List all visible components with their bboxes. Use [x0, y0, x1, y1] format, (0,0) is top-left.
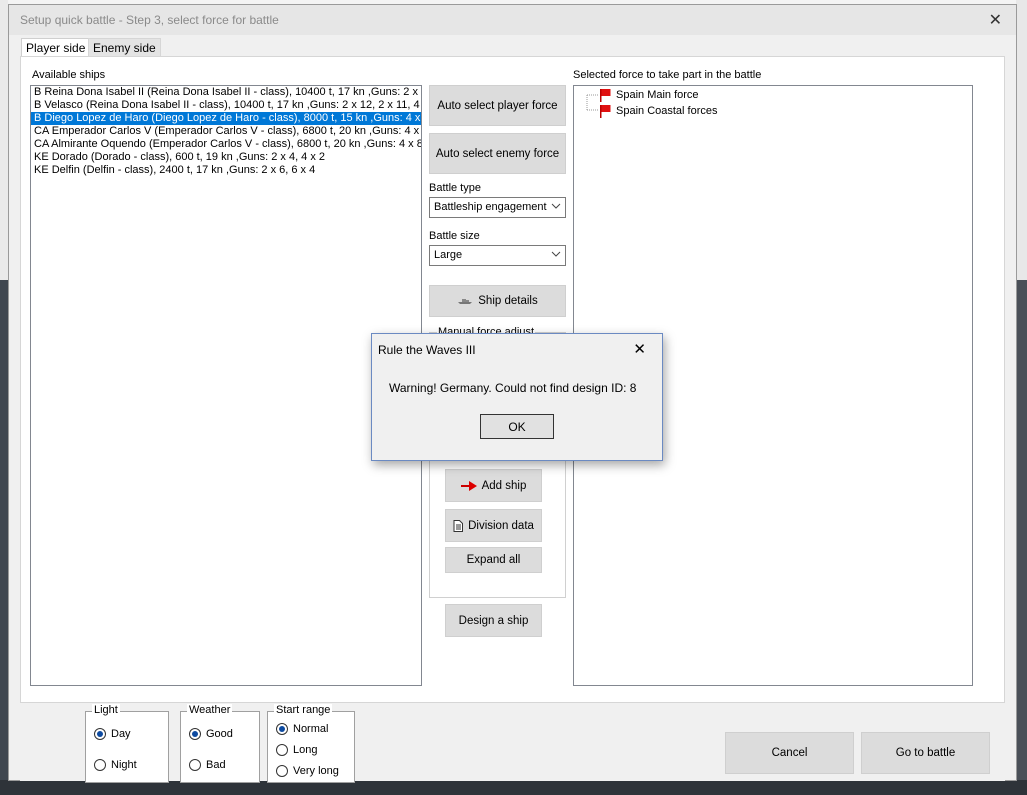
- window-close-button[interactable]: ✕: [989, 10, 1002, 30]
- add-ship-label: Add ship: [481, 479, 527, 492]
- radio-label: Bad: [206, 759, 226, 771]
- ship-list-item[interactable]: CA Emperador Carlos V (Emperador Carlos …: [31, 125, 421, 138]
- warning-dialog: Rule the Waves III ✕ Warning! Germany. C…: [371, 333, 663, 461]
- radio-label: Long: [293, 744, 318, 756]
- radio-normal[interactable]: Normal: [276, 723, 328, 735]
- dialog-message: Warning! Germany. Could not find design …: [389, 381, 637, 395]
- radio-label: Good: [206, 728, 233, 740]
- tree-item-main-force[interactable]: Spain Main force: [598, 88, 699, 102]
- window-title: Setup quick battle - Step 3, select forc…: [20, 13, 279, 27]
- tree-item-coastal-forces[interactable]: Spain Coastal forces: [598, 104, 718, 118]
- ship-list-item[interactable]: B Reina Dona Isabel II (Reina Dona Isabe…: [31, 86, 421, 99]
- chevron-down-icon: [551, 203, 561, 209]
- auto-select-enemy-force-button[interactable]: Auto select enemy force: [429, 133, 566, 174]
- red-flag-icon: [600, 89, 611, 102]
- ship-list-item[interactable]: B Velasco (Reina Dona Isabel II - class)…: [31, 99, 421, 112]
- dialog-close-button[interactable]: ✕: [633, 340, 646, 358]
- document-icon: [453, 519, 464, 532]
- radio-indicator: [276, 765, 288, 777]
- radio-label: Day: [111, 728, 131, 740]
- weather-group: Weather Good Bad: [180, 704, 260, 783]
- ship-list-item[interactable]: KE Delfin (Delfin - class), 2400 t, 17 k…: [31, 164, 421, 177]
- radio-night[interactable]: Night: [94, 759, 137, 771]
- battle-type-value: Battleship engagement: [434, 201, 547, 213]
- radio-indicator: [94, 728, 106, 740]
- radio-very-long[interactable]: Very long: [276, 765, 339, 777]
- radio-indicator: [276, 744, 288, 756]
- radio-long[interactable]: Long: [276, 744, 317, 756]
- light-group: Light Day Night: [85, 704, 169, 783]
- go-to-battle-button[interactable]: Go to battle: [861, 732, 990, 774]
- chevron-down-icon: [551, 251, 561, 257]
- tree-item-label: Spain Coastal forces: [616, 105, 718, 117]
- battle-size-value: Large: [434, 249, 463, 261]
- radio-indicator: [94, 759, 106, 771]
- available-ships-label: Available ships: [32, 69, 106, 81]
- desktop-background-right-dark: [1016, 280, 1027, 795]
- dialog-title: Rule the Waves III: [378, 343, 476, 357]
- battle-conditions-panel: Light Day Night Weather Good Bad Start r…: [20, 703, 1005, 783]
- light-legend: Light: [92, 704, 120, 716]
- available-ships-list[interactable]: B Reina Dona Isabel II (Reina Dona Isabe…: [30, 85, 422, 686]
- battle-size-select[interactable]: Large: [429, 245, 566, 266]
- division-data-button[interactable]: Division data: [445, 509, 542, 542]
- ship-list-item[interactable]: B Diego Lopez de Haro (Diego Lopez de Ha…: [31, 112, 421, 125]
- start-range-group: Start range Normal Long Very long: [267, 704, 355, 783]
- tab-enemy-side[interactable]: Enemy side: [88, 38, 161, 56]
- add-ship-button[interactable]: Add ship: [445, 469, 542, 502]
- ship-details-label: Ship details: [478, 295, 538, 307]
- dialog-ok-button[interactable]: OK: [480, 414, 554, 439]
- design-a-ship-button[interactable]: Design a ship: [445, 604, 542, 637]
- tab-player-side[interactable]: Player side: [21, 38, 91, 57]
- auto-select-player-force-button[interactable]: Auto select player force: [429, 85, 566, 126]
- radio-label: Night: [111, 759, 137, 771]
- ship-icon: [457, 297, 473, 305]
- radio-good[interactable]: Good: [189, 728, 233, 740]
- weather-legend: Weather: [187, 704, 233, 716]
- red-arrow-right-icon: [460, 480, 477, 491]
- ship-list-item[interactable]: KE Dorado (Dorado - class), 600 t, 19 kn…: [31, 151, 421, 164]
- radio-indicator: [189, 728, 201, 740]
- battle-size-label: Battle size: [429, 230, 480, 242]
- red-flag-icon: [600, 105, 611, 118]
- ship-list-item[interactable]: CA Almirante Oquendo (Emperador Carlos V…: [31, 138, 421, 151]
- radio-indicator: [189, 759, 201, 771]
- radio-bad[interactable]: Bad: [189, 759, 226, 771]
- radio-label: Normal: [293, 723, 329, 735]
- battle-type-select[interactable]: Battleship engagement: [429, 197, 566, 218]
- tree-item-label: Spain Main force: [616, 89, 699, 101]
- title-bar: Setup quick battle - Step 3, select forc…: [9, 5, 1016, 35]
- radio-day[interactable]: Day: [94, 728, 131, 740]
- ship-details-button[interactable]: Ship details: [429, 285, 566, 317]
- expand-all-button[interactable]: Expand all: [445, 547, 542, 573]
- radio-label: Very long: [293, 765, 339, 777]
- selected-force-label: Selected force to take part in the battl…: [573, 69, 762, 81]
- start-range-legend: Start range: [274, 704, 333, 716]
- battle-type-label: Battle type: [429, 182, 481, 194]
- cancel-button[interactable]: Cancel: [725, 732, 854, 774]
- desktop-background-left-dark: [0, 280, 8, 795]
- radio-indicator: [276, 723, 288, 735]
- division-data-label: Division data: [468, 519, 534, 532]
